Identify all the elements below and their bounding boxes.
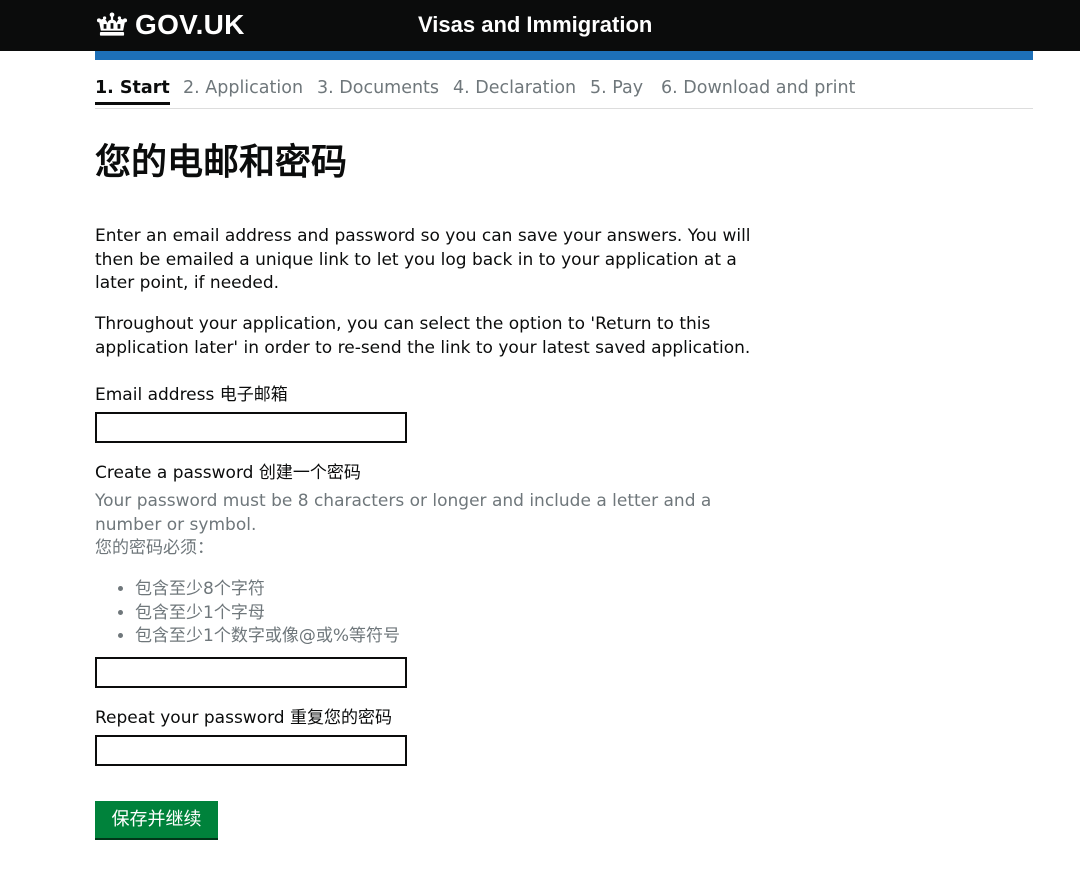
email-label: Email address 电子邮箱 [95, 385, 288, 405]
step-application: 2. Application [183, 78, 304, 98]
save-and-continue-button[interactable]: 保存并继续 [95, 801, 218, 840]
progress-steps: 1. Start 2. Application 3. Documents 4. … [95, 76, 1033, 109]
crown-icon [96, 12, 128, 36]
header-accent-bar [95, 51, 1033, 60]
intro-paragraph: Enter an email address and password so y… [95, 226, 751, 293]
password-hint: Your password must be 8 characters or lo… [95, 491, 712, 535]
govuk-logo-link[interactable]: GOV.UK [95, 8, 245, 42]
step-download-and-print: 6. Download and print [661, 78, 856, 98]
password-label: Create a password 创建一个密码 [95, 463, 361, 483]
password-input[interactable] [95, 657, 407, 688]
password-hint-zh: 您的密码必须： [95, 538, 214, 558]
email-input[interactable] [95, 412, 407, 443]
logo-text: GOV.UK [135, 9, 245, 40]
intro-paragraph-return-link: Throughout your application, you can sel… [95, 314, 751, 358]
password-rule-length: 包含至少8个字符 [135, 578, 400, 602]
step-declaration: 4. Declaration [453, 78, 577, 98]
password-rule-number-or-symbol: 包含至少1个数字或像@或%等符号 [135, 625, 400, 649]
step-documents: 3. Documents [317, 78, 440, 98]
step-pay: 5. Pay [590, 78, 644, 98]
step-start: 1. Start [95, 76, 170, 105]
repeat-password-label: Repeat your password 重复您的密码 [95, 708, 392, 728]
repeat-password-input[interactable] [95, 735, 407, 766]
password-rules-list: 包含至少8个字符 包含至少1个字母 包含至少1个数字或像@或%等符号 [95, 578, 400, 649]
site-header: GOV.UK Visas and Immigration [0, 0, 1080, 51]
page-title: 您的电邮和密码 [95, 142, 348, 183]
service-name-link[interactable]: Visas and Immigration [418, 10, 652, 40]
password-rule-letter: 包含至少1个字母 [135, 602, 400, 626]
